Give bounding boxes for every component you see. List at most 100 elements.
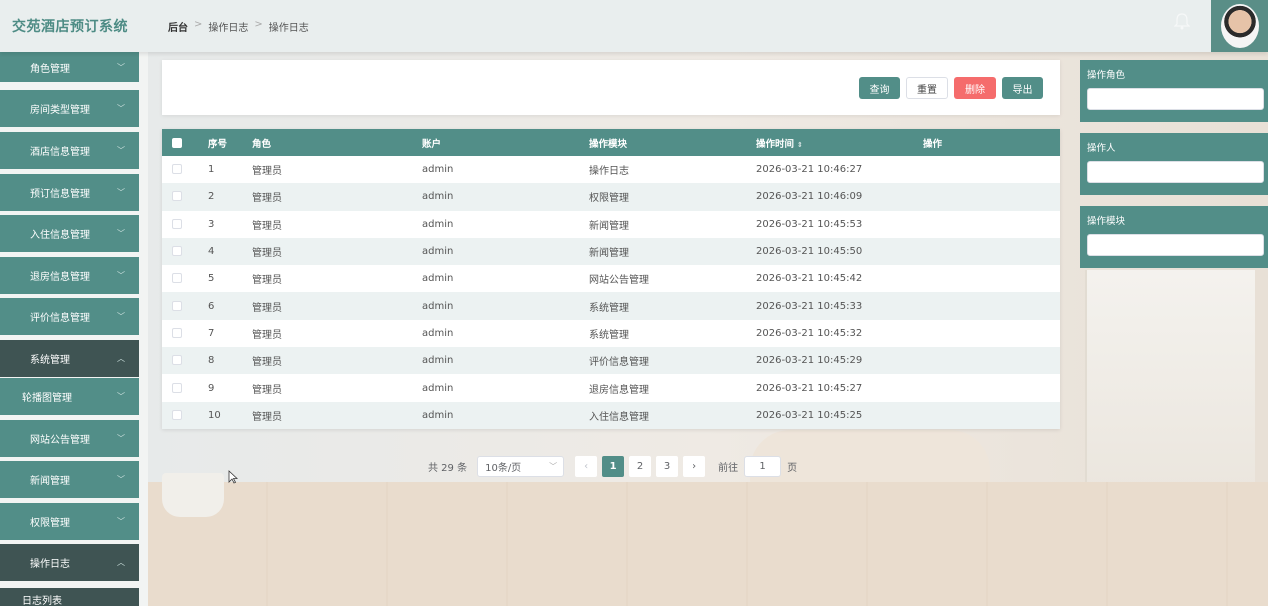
cell-select bbox=[162, 347, 198, 374]
table-row[interactable]: 9 管理员 admin 退房信息管理 2026-03-21 10:45:27 bbox=[162, 374, 1060, 402]
column-header-time[interactable]: 操作时间 ⇕ bbox=[756, 129, 923, 156]
cell-no: 1 bbox=[208, 164, 215, 176]
table-row[interactable]: 3 管理员 admin 新闻管理 2026-03-21 10:45:53 bbox=[162, 210, 1060, 238]
sidebar-item-news[interactable]: 新闻管理 ﹀ bbox=[0, 461, 139, 498]
sidebar-item-log-list[interactable]: 日志列表 bbox=[0, 588, 139, 606]
cell-action bbox=[923, 238, 1060, 265]
sort-icon[interactable]: ⇕ bbox=[797, 141, 803, 149]
sidebar-item-label: 房间类型管理 bbox=[30, 105, 90, 116]
row-checkbox[interactable] bbox=[172, 191, 182, 202]
table-row[interactable]: 5 管理员 admin 网站公告管理 2026-03-21 10:45:42 bbox=[162, 265, 1060, 293]
sidebar-item-hotel-info[interactable]: 酒店信息管理 ﹀ bbox=[0, 132, 139, 169]
row-checkbox[interactable] bbox=[172, 273, 182, 284]
sidebar-item-carousel[interactable]: 轮播图管理 ﹀ bbox=[0, 378, 139, 415]
breadcrumb-separator-icon: > bbox=[254, 19, 263, 30]
pagination: 共 29 条 10条/页 ﹀ ‹ 1 2 3 › 前往 1 页 bbox=[428, 456, 797, 477]
sidebar-item-role[interactable]: 角色管理 ﹀ bbox=[0, 52, 139, 82]
cell-role: 管理员 bbox=[252, 384, 282, 396]
sidebar-item-booking[interactable]: 预订信息管理 ﹀ bbox=[0, 174, 139, 211]
row-checkbox[interactable] bbox=[172, 164, 182, 175]
sidebar-item-label: 轮播图管理 bbox=[22, 393, 72, 404]
sidebar-item-system[interactable]: 系统管理 ︿ bbox=[0, 340, 139, 377]
breadcrumb-item[interactable]: 操作日志 bbox=[208, 19, 248, 34]
breadcrumb: 后台 > 操作日志 > 操作日志 bbox=[168, 19, 309, 34]
sidebar-item-label: 评价信息管理 bbox=[30, 313, 90, 324]
sidebar-item-checkin[interactable]: 入住信息管理 ﹀ bbox=[0, 215, 139, 252]
row-checkbox[interactable] bbox=[172, 355, 182, 366]
filter-user-input[interactable] bbox=[1087, 161, 1264, 183]
table-row[interactable]: 8 管理员 admin 评价信息管理 2026-03-21 10:45:29 bbox=[162, 347, 1060, 375]
row-checkbox[interactable] bbox=[172, 246, 182, 257]
export-button[interactable]: 导出 bbox=[1002, 77, 1043, 99]
cell-module: 入住信息管理 bbox=[589, 411, 649, 423]
sidebar-item-checkout[interactable]: 退房信息管理 ﹀ bbox=[0, 257, 139, 294]
chevron-down-icon: ﹀ bbox=[117, 271, 125, 280]
bell-icon[interactable] bbox=[1174, 12, 1190, 30]
goto-page-input[interactable]: 1 bbox=[744, 456, 782, 477]
filter-module-card: 操作模块 bbox=[1080, 206, 1268, 268]
cell-no: 6 bbox=[208, 300, 215, 312]
sidebar-item-label: 酒店信息管理 bbox=[30, 147, 90, 158]
cell-action bbox=[923, 265, 1060, 292]
cell-role: 管理员 bbox=[252, 329, 282, 341]
page-size-select[interactable]: 10条/页 ﹀ bbox=[477, 456, 565, 477]
page-button-3[interactable]: 3 bbox=[656, 456, 679, 477]
sidebar-item-room-type[interactable]: 房间类型管理 ﹀ bbox=[0, 90, 139, 127]
delete-button[interactable]: 删除 bbox=[954, 77, 996, 99]
row-checkbox[interactable] bbox=[172, 327, 182, 338]
column-header-action: 操作 bbox=[923, 138, 943, 150]
row-checkbox[interactable] bbox=[172, 382, 182, 393]
cell-role: 管理员 bbox=[252, 411, 282, 423]
table-row[interactable]: 7 管理员 admin 系统管理 2026-03-21 10:45:32 bbox=[162, 319, 1060, 348]
table-row[interactable]: 4 管理员 admin 新闻管理 2026-03-21 10:45:50 bbox=[162, 237, 1060, 266]
breadcrumb-home[interactable]: 后台 bbox=[168, 19, 188, 34]
table-row[interactable]: 6 管理员 admin 系统管理 2026-03-21 10:45:33 bbox=[162, 292, 1060, 320]
cell-role: 管理员 bbox=[252, 220, 282, 232]
filter-module-label: 操作模块 bbox=[1087, 216, 1126, 227]
cell-action bbox=[923, 347, 1060, 374]
sidebar-item-announcement[interactable]: 网站公告管理 ﹀ bbox=[0, 420, 139, 457]
filter-role-input[interactable] bbox=[1087, 88, 1264, 110]
cell-account: admin bbox=[422, 300, 454, 312]
cell-no: 5 bbox=[208, 273, 215, 285]
row-checkbox[interactable] bbox=[172, 218, 182, 229]
chevron-up-icon: ︿ bbox=[117, 558, 125, 567]
sidebar-item-label: 退房信息管理 bbox=[30, 272, 90, 283]
row-checkbox[interactable] bbox=[172, 409, 182, 420]
app-logo[interactable]: 交苑酒店预订系统 bbox=[12, 16, 128, 36]
table-header-row: 序号 角色 账户 操作模块 操作时间 ⇕ 操作 bbox=[162, 129, 1060, 156]
page-size-value: 10条/页 bbox=[485, 463, 522, 474]
cell-role: 管理员 bbox=[252, 302, 282, 314]
cell-account: admin bbox=[422, 218, 454, 230]
filter-module-input[interactable] bbox=[1087, 234, 1264, 256]
goto-page: 前往 1 页 bbox=[718, 456, 797, 477]
cell-account: admin bbox=[422, 327, 454, 339]
reset-button[interactable]: 重置 bbox=[906, 77, 948, 99]
cell-no: 7 bbox=[208, 327, 215, 339]
chevron-down-icon: ﹀ bbox=[117, 63, 125, 72]
page-button-2[interactable]: 2 bbox=[629, 456, 652, 477]
row-checkbox[interactable] bbox=[172, 300, 182, 311]
filter-role-card: 操作角色 bbox=[1080, 60, 1268, 122]
page-button-1[interactable]: 1 bbox=[602, 456, 625, 477]
breadcrumb-current: 操作日志 bbox=[268, 23, 309, 34]
cell-no: 8 bbox=[208, 355, 215, 367]
cell-role: 管理员 bbox=[252, 166, 282, 178]
background-plant-pot bbox=[162, 473, 224, 517]
prev-page-button[interactable]: ‹ bbox=[575, 456, 598, 477]
user-avatar[interactable] bbox=[1211, 0, 1268, 52]
select-all-checkbox[interactable] bbox=[172, 137, 182, 148]
cell-select bbox=[162, 211, 198, 238]
table-row[interactable]: 1 管理员 admin 操作日志 2026-03-21 10:46:27 bbox=[162, 156, 1060, 184]
cell-time: 2026-03-21 10:46:09 bbox=[756, 191, 863, 203]
sidebar-item-operation-log[interactable]: 操作日志 ︿ bbox=[0, 544, 139, 581]
table-row[interactable]: 2 管理员 admin 权限管理 2026-03-21 10:46:09 bbox=[162, 183, 1060, 211]
chevron-down-icon: ﹀ bbox=[117, 312, 125, 321]
next-page-button[interactable]: › bbox=[683, 456, 706, 477]
sidebar-item-permission[interactable]: 权限管理 ﹀ bbox=[0, 503, 139, 540]
sidebar-item-review[interactable]: 评价信息管理 ﹀ bbox=[0, 298, 139, 335]
cell-no: 3 bbox=[208, 218, 215, 230]
query-button[interactable]: 查询 bbox=[859, 77, 900, 99]
cell-account: admin bbox=[422, 409, 454, 421]
table-row[interactable]: 10 管理员 admin 入住信息管理 2026-03-21 10:45:25 bbox=[162, 401, 1060, 429]
